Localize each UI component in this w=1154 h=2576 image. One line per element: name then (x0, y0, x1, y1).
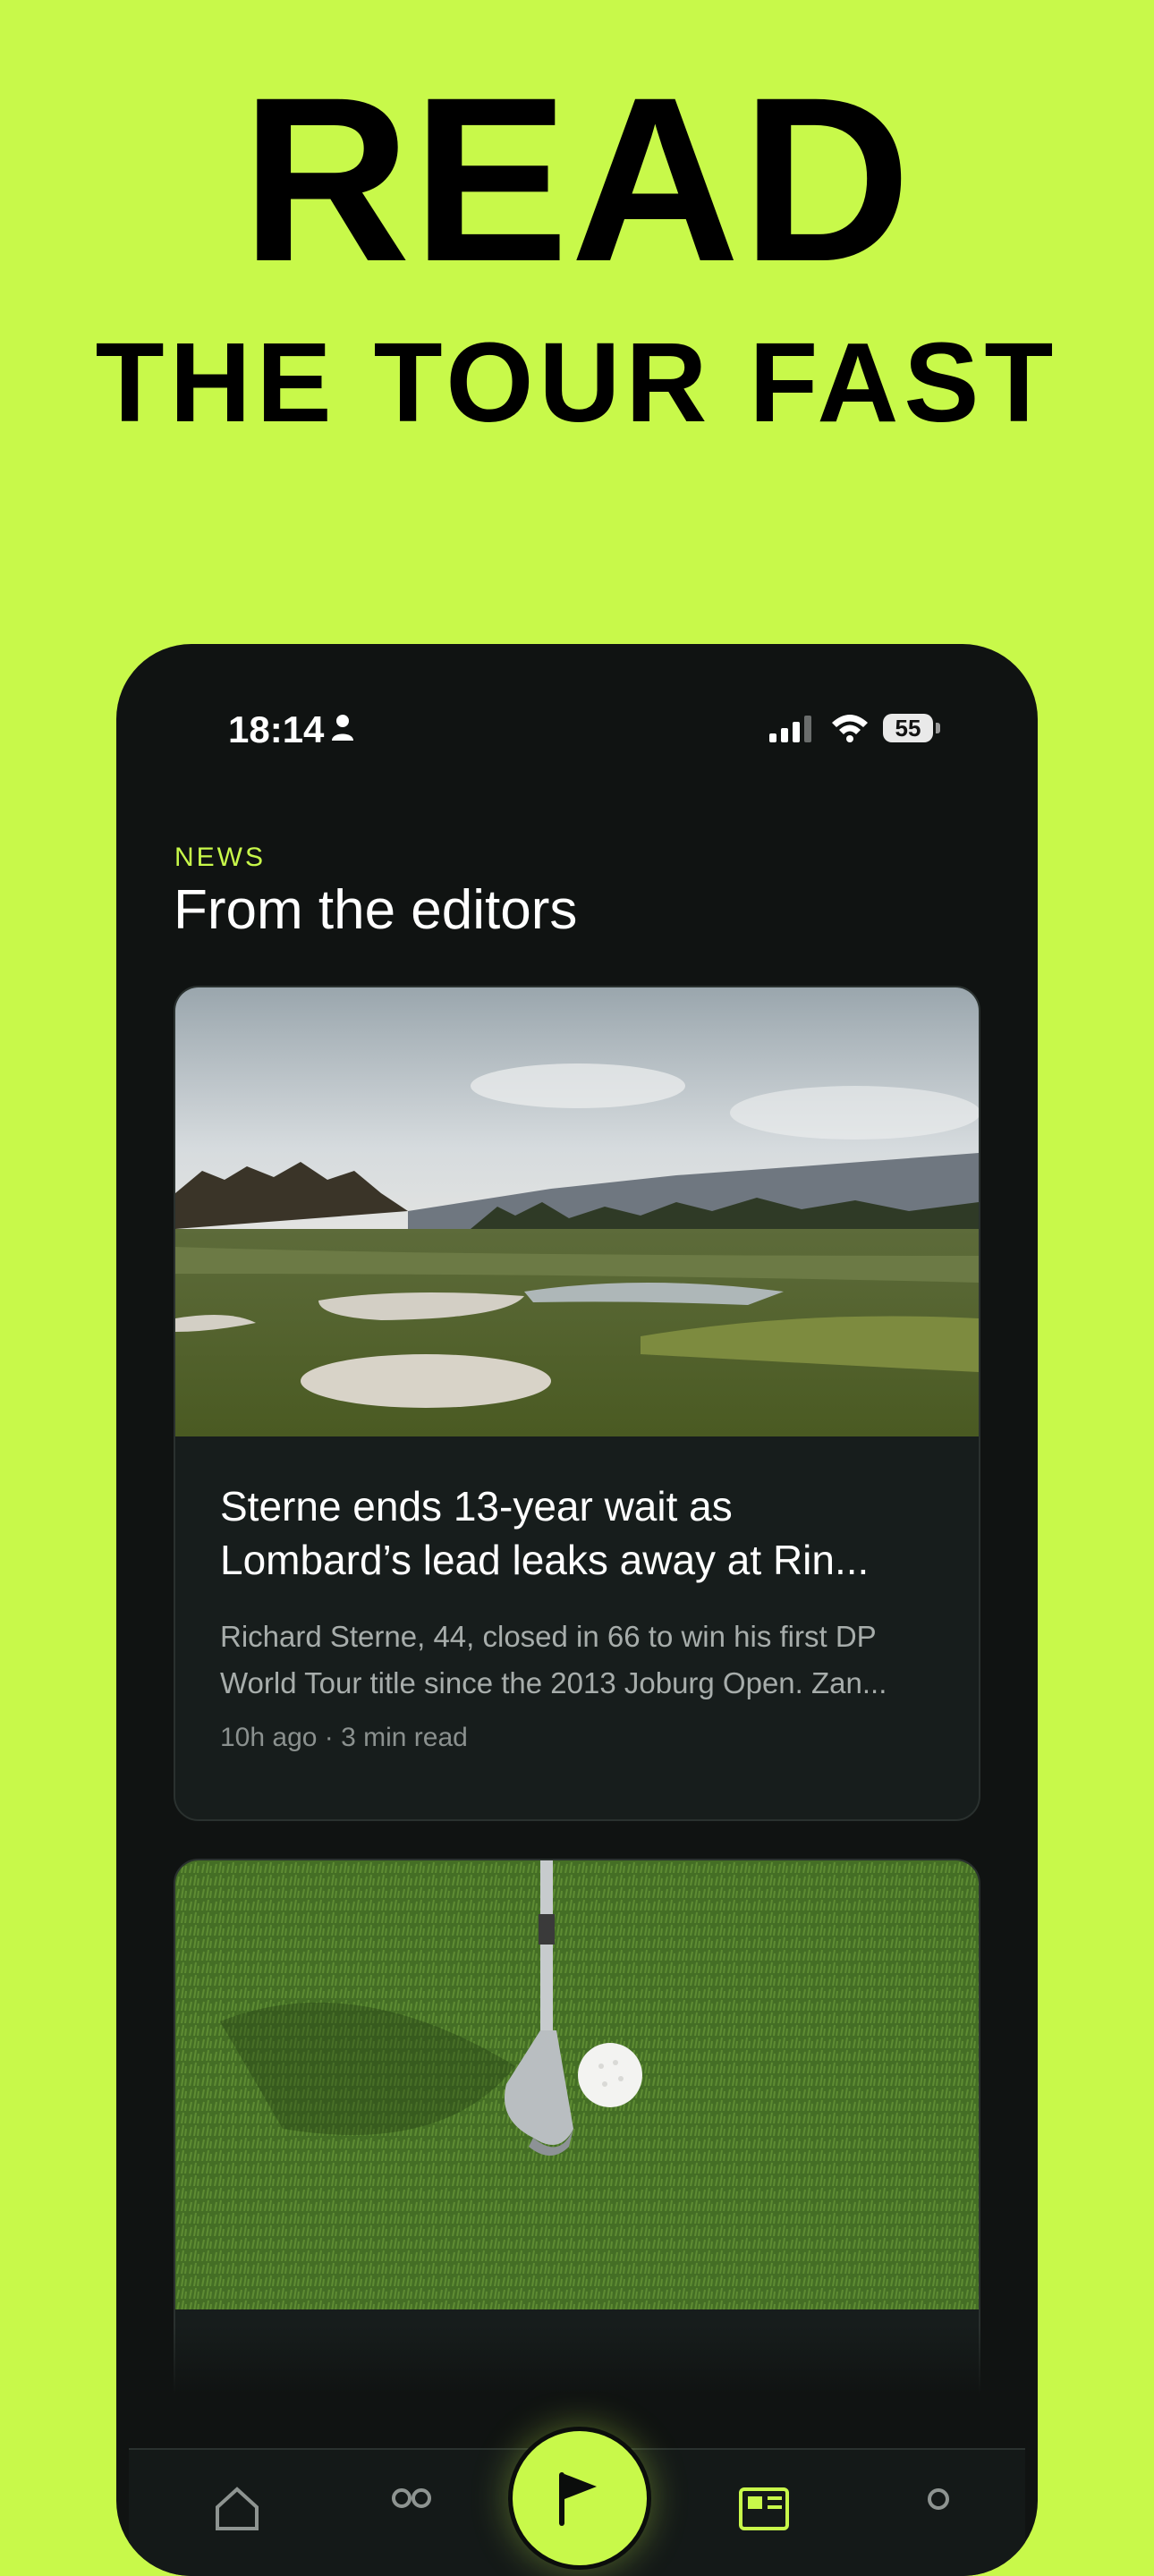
promo-subheadline: THE TOUR FAST (95, 319, 1059, 445)
article-excerpt-line: Richard Sterne, 44, closed in 66 to win … (220, 1620, 877, 1653)
battery-icon: 55 (883, 714, 933, 742)
section-label: NEWS (174, 843, 266, 872)
signal-icon (769, 716, 811, 742)
home-icon[interactable] (214, 2486, 260, 2530)
wifi-icon (832, 715, 868, 742)
article-image (175, 1860, 979, 2309)
article-meta: 10h ago · 3 min read (220, 1723, 468, 1752)
article-image (175, 987, 979, 1436)
promo-headline: READ (241, 48, 913, 310)
battery-tip (936, 723, 940, 733)
status-bar: 18:14 55 (116, 644, 1038, 787)
article-card[interactable]: Sterne ends 13-year wait as Lombard’s le… (174, 986, 980, 1821)
article-title: Sterne ends 13-year wait as Lombard’s le… (220, 1479, 936, 1587)
article-excerpt-line: World Tour title since the 2013 Joburg O… (220, 1666, 887, 1699)
person-icon (332, 715, 353, 741)
article-title-line: Sterne ends 13-year wait as (220, 1483, 733, 1530)
play-round-button[interactable] (508, 2427, 651, 2570)
news-icon[interactable] (737, 2486, 791, 2530)
flag-icon (559, 2472, 597, 2526)
section-title: From the editors (174, 879, 578, 941)
phone-frame: 18:14 55 NEWS From the editors Sterne en… (116, 644, 1038, 2576)
status-time: 18:14 (228, 708, 325, 750)
profile-icon[interactable] (916, 2486, 961, 2530)
article-excerpt: Richard Sterne, 44, closed in 66 to win … (220, 1614, 936, 1707)
article-title-line: Lombard’s lead leaks away at Rin... (220, 1537, 870, 1583)
players-icon[interactable] (384, 2486, 437, 2530)
